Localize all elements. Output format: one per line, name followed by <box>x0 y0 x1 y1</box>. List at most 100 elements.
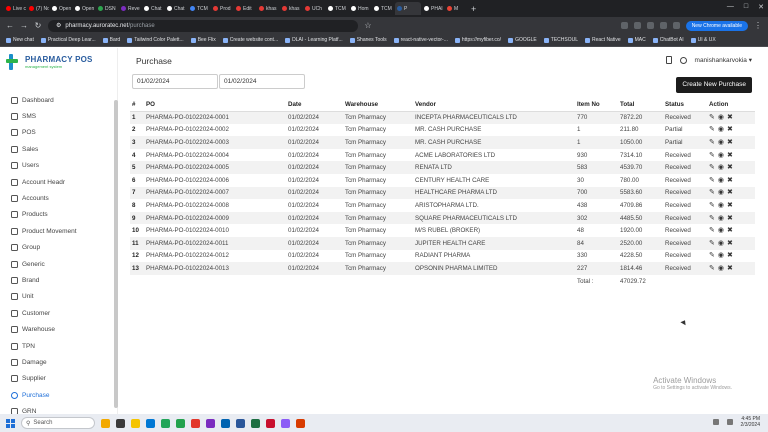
edit-icon[interactable]: ✎ <box>709 152 715 159</box>
browser-tab[interactable]: khas <box>257 2 279 15</box>
bookmark-item[interactable]: React Native <box>585 37 621 43</box>
close-icon[interactable]: ✕ <box>758 3 764 11</box>
sidebar-item-account-headr[interactable]: Account Headr <box>0 174 118 190</box>
delete-icon[interactable]: ✖ <box>727 164 733 171</box>
sidebar-item-brand[interactable]: Brand <box>0 272 118 288</box>
sidebar-item-unit[interactable]: Unit <box>0 289 118 305</box>
taskbar-app-icon[interactable] <box>266 418 275 428</box>
browser-tab[interactable]: Chat <box>142 2 164 15</box>
document-icon[interactable] <box>665 56 672 64</box>
delete-icon[interactable]: ✖ <box>727 189 733 196</box>
delete-icon[interactable]: ✖ <box>727 252 733 259</box>
taskbar-app-icon[interactable] <box>221 418 230 428</box>
view-icon[interactable]: ◉ <box>718 215 724 222</box>
edit-icon[interactable]: ✎ <box>709 114 715 121</box>
view-icon[interactable]: ◉ <box>718 164 724 171</box>
edit-icon[interactable]: ✎ <box>709 265 715 272</box>
bookmark-item[interactable]: GOOGLE <box>508 37 537 43</box>
wifi-icon[interactable] <box>712 419 719 425</box>
view-icon[interactable]: ◉ <box>718 265 724 272</box>
sidebar-item-damage[interactable]: Damage <box>0 354 118 370</box>
bookmark-item[interactable]: ChatBot AI <box>652 37 684 43</box>
browser-tab[interactable]: UCh <box>303 2 325 15</box>
browser-tab[interactable]: Prod <box>211 2 233 15</box>
sidebar-item-accounts[interactable]: Accounts <box>0 190 118 206</box>
new-tab-icon[interactable]: + <box>471 4 476 14</box>
url-field[interactable]: ⚙ pharmacy.auroratec.net/purchase <box>48 19 358 32</box>
minimize-icon[interactable]: — <box>727 3 734 11</box>
sidebar-item-customer[interactable]: Customer <box>0 305 118 321</box>
user-menu[interactable]: manishankarvokia ▾ <box>695 56 752 64</box>
reload-icon[interactable]: ↻ <box>34 21 42 30</box>
browser-tab[interactable]: P <box>395 2 421 15</box>
sidebar-item-supplier[interactable]: Supplier <box>0 371 118 387</box>
taskbar-app-icon[interactable] <box>236 418 245 428</box>
bookmark-item[interactable]: Bard <box>102 37 120 43</box>
sidebar-item-dashboard[interactable]: Dashboard <box>0 92 118 108</box>
browser-tab[interactable]: Hom <box>349 2 371 15</box>
bookmark-item[interactable]: react-native-vector-... <box>393 37 448 43</box>
bookmark-item[interactable]: UI & UX <box>690 37 716 43</box>
view-icon[interactable]: ◉ <box>718 114 724 121</box>
bookmark-item[interactable]: New chat <box>6 37 34 43</box>
taskbar-app-icon[interactable] <box>281 418 290 428</box>
taskbar-app-icon[interactable] <box>176 418 185 428</box>
taskbar-app-icon[interactable] <box>206 418 215 428</box>
sidebar-item-sales[interactable]: Sales <box>0 141 118 157</box>
bookmark-item[interactable]: Tailwind Color Palett... <box>127 37 184 43</box>
delete-icon[interactable]: ✖ <box>727 215 733 222</box>
taskbar-app-icon[interactable] <box>131 418 140 428</box>
browser-tab[interactable]: TCM <box>188 2 210 15</box>
edit-icon[interactable]: ✎ <box>709 227 715 234</box>
browser-tab[interactable]: Live ci <box>4 2 26 15</box>
windows-start-icon[interactable] <box>6 418 15 428</box>
extension-icon[interactable] <box>672 22 680 29</box>
view-icon[interactable]: ◉ <box>718 252 724 259</box>
edit-icon[interactable]: ✎ <box>709 240 715 247</box>
create-new-purchase-button[interactable]: Create New Purchase <box>676 77 752 93</box>
browser-tab[interactable]: TCM <box>326 2 348 15</box>
extension-icon[interactable] <box>659 22 667 29</box>
delete-icon[interactable]: ✖ <box>727 114 733 121</box>
sidebar-item-warehouse[interactable]: Warehouse <box>0 321 118 337</box>
bookmark-item[interactable]: Practical Deep Lear... <box>40 37 96 43</box>
bookmark-item[interactable]: Bee Flix <box>190 37 216 43</box>
site-info-icon[interactable]: ⚙ <box>56 22 61 29</box>
view-icon[interactable]: ◉ <box>718 227 724 234</box>
taskbar-app-icon[interactable] <box>191 418 200 428</box>
delete-icon[interactable]: ✖ <box>727 202 733 209</box>
back-icon[interactable]: ← <box>6 21 14 30</box>
view-icon[interactable]: ◉ <box>718 177 724 184</box>
edit-icon[interactable]: ✎ <box>709 139 715 146</box>
browser-tab[interactable]: DSN <box>96 2 118 15</box>
browser-tab[interactable]: khas <box>280 2 302 15</box>
sidebar-item-product-movement[interactable]: Product Movement <box>0 223 118 239</box>
browser-tab[interactable]: Edit <box>234 2 256 15</box>
taskbar-app-icon[interactable] <box>116 418 125 428</box>
bookmark-item[interactable]: MAC <box>627 37 646 43</box>
sidebar-item-pos[interactable]: POS <box>0 125 118 141</box>
bookmark-item[interactable]: https://myfiber.co/ <box>454 37 501 43</box>
view-icon[interactable]: ◉ <box>718 240 724 247</box>
edit-icon[interactable]: ✎ <box>709 126 715 133</box>
taskbar-app-icon[interactable] <box>251 418 260 428</box>
browser-tab[interactable]: PHAI <box>422 2 444 15</box>
browser-tab[interactable]: M <box>445 2 467 15</box>
view-icon[interactable]: ◉ <box>718 189 724 196</box>
maximize-icon[interactable]: □ <box>744 3 748 11</box>
delete-icon[interactable]: ✖ <box>727 240 733 247</box>
browser-tab[interactable]: Reve <box>119 2 141 15</box>
sidebar-item-generic[interactable]: Generic <box>0 256 118 272</box>
edit-icon[interactable]: ✎ <box>709 252 715 259</box>
extension-icon[interactable] <box>633 22 641 29</box>
delete-icon[interactable]: ✖ <box>727 227 733 234</box>
sidebar-item-sms[interactable]: SMS <box>0 108 118 124</box>
sidebar-item-group[interactable]: Group <box>0 240 118 256</box>
taskbar-app-icon[interactable] <box>101 418 110 428</box>
browser-tab[interactable]: Open <box>73 2 95 15</box>
taskbar-app-icon[interactable] <box>296 418 305 428</box>
new-chrome-badge[interactable]: New Chrome available <box>685 20 748 31</box>
bookmark-item[interactable]: Shanes Tools <box>349 37 387 43</box>
taskbar-app-icon[interactable] <box>161 418 170 428</box>
edit-icon[interactable]: ✎ <box>709 164 715 171</box>
